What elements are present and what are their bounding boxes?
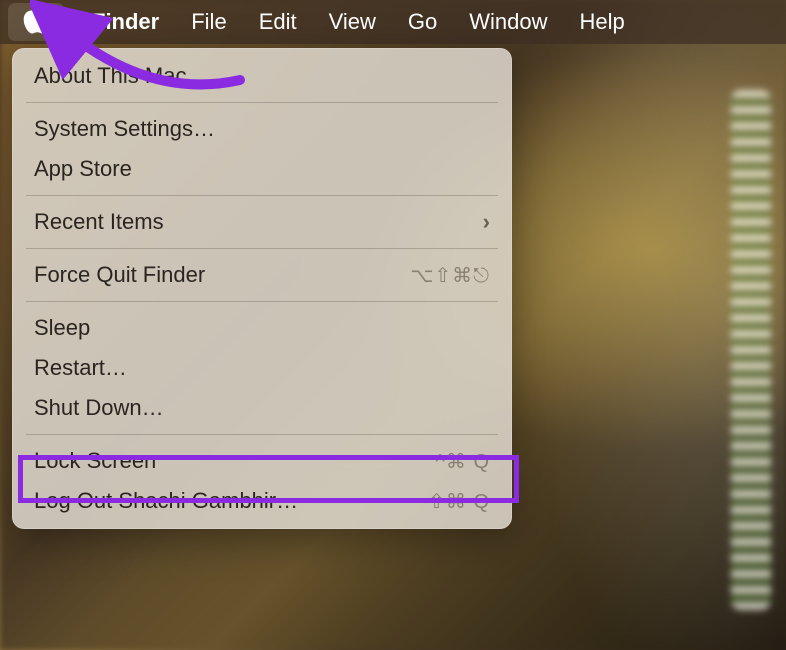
shortcut-label: ^⌘ Q	[436, 449, 491, 474]
menu-separator	[26, 102, 498, 103]
apple-menu-dropdown: About This Mac System Settings… App Stor…	[12, 48, 512, 529]
menubar-view[interactable]: View	[313, 9, 392, 35]
menubar-window[interactable]: Window	[453, 9, 563, 35]
menu-separator	[26, 248, 498, 249]
menu-log-out[interactable]: Log Out Shachi Gambhir… ⇧⌘ Q	[12, 481, 512, 521]
menu-about-this-mac[interactable]: About This Mac	[12, 56, 512, 96]
menubar-edit[interactable]: Edit	[243, 9, 313, 35]
apple-logo-icon	[23, 5, 49, 40]
menu-shut-down[interactable]: Shut Down…	[12, 388, 512, 428]
shortcut-label: ⇧⌘ Q	[428, 489, 490, 514]
menu-app-store[interactable]: App Store	[12, 149, 512, 189]
menu-label: Restart…	[34, 355, 127, 381]
menu-label: Recent Items	[34, 209, 164, 235]
menu-sleep[interactable]: Sleep	[12, 308, 512, 348]
menubar-help[interactable]: Help	[564, 9, 641, 35]
shortcut-label: ⌥⇧⌘⎋	[410, 263, 490, 288]
menubar-go[interactable]: Go	[392, 9, 453, 35]
menu-label: Sleep	[34, 315, 90, 341]
menu-label: About This Mac	[34, 63, 186, 89]
menu-label: Log Out Shachi Gambhir…	[34, 488, 298, 514]
menu-system-settings[interactable]: System Settings…	[12, 109, 512, 149]
menu-restart[interactable]: Restart…	[12, 348, 512, 388]
menu-separator	[26, 301, 498, 302]
menu-force-quit[interactable]: Force Quit Finder ⌥⇧⌘⎋	[12, 255, 512, 295]
menu-label: Force Quit Finder	[34, 262, 205, 288]
menu-lock-screen[interactable]: Lock Screen ^⌘ Q	[12, 441, 512, 481]
apple-menu-button[interactable]	[8, 3, 64, 41]
menu-label: Shut Down…	[34, 395, 164, 421]
menu-label: System Settings…	[34, 116, 215, 142]
menu-recent-items[interactable]: Recent Items ›	[12, 202, 512, 242]
menu-label: App Store	[34, 156, 132, 182]
menu-label: Lock Screen	[34, 448, 156, 474]
chevron-right-icon: ›	[483, 209, 490, 235]
menu-separator	[26, 434, 498, 435]
menubar-file[interactable]: File	[175, 9, 242, 35]
menu-separator	[26, 195, 498, 196]
menubar: Finder File Edit View Go Window Help	[0, 0, 786, 44]
menubar-app-name[interactable]: Finder	[76, 9, 175, 35]
